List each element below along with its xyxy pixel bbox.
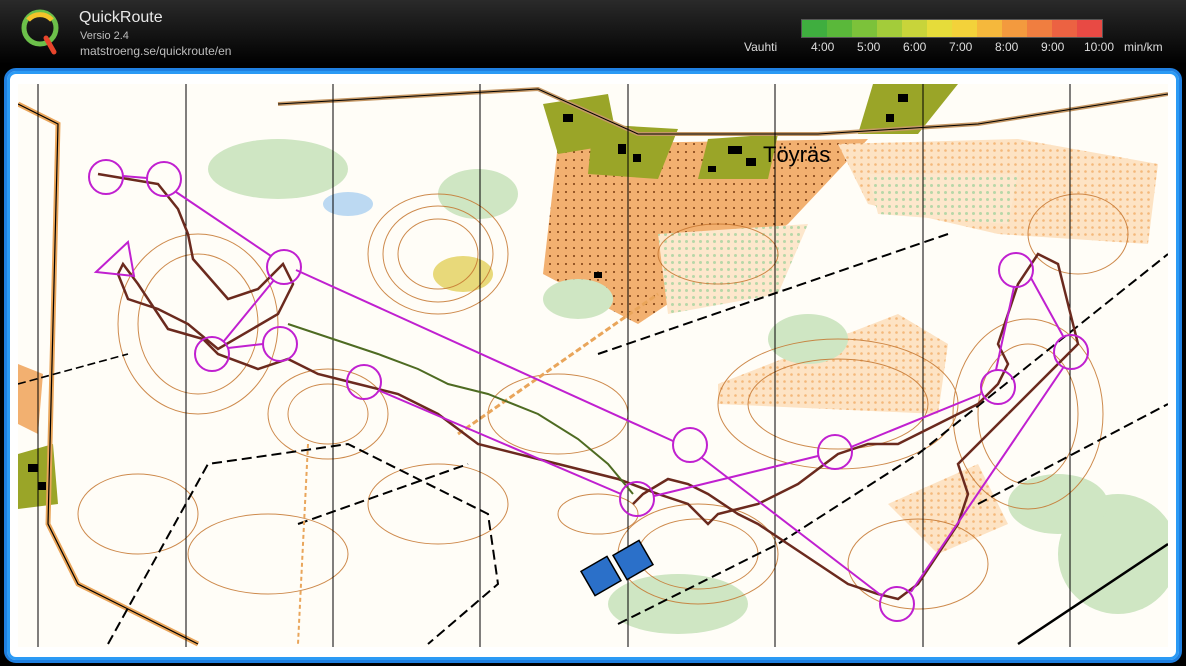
- pace-color-swatch: [1052, 20, 1077, 37]
- vegetation-areas: [18, 84, 1168, 634]
- map-canvas: [18, 84, 1168, 647]
- pace-color-swatch: [827, 20, 852, 37]
- pace-label: Vauhti: [744, 40, 778, 54]
- pace-tick: 5:00: [857, 40, 881, 54]
- pace-color-swatch: [902, 20, 927, 37]
- pace-tick: 9:00: [1041, 40, 1065, 54]
- app-title: QuickRoute: [79, 9, 163, 26]
- orienteering-map[interactable]: Töyräs: [18, 84, 1168, 647]
- app-header: QuickRoute Versio 2.4 matstroeng.se/quic…: [0, 0, 1186, 64]
- pace-unit: min/km: [1124, 40, 1163, 54]
- pace-color-swatch: [977, 20, 1002, 37]
- quickroute-logo-icon: [21, 9, 59, 55]
- place-name-label: Töyräs: [763, 142, 831, 167]
- app-url[interactable]: matstroeng.se/quickroute/en: [80, 44, 231, 58]
- pace-color-scale: [801, 19, 1103, 38]
- pace-color-swatch: [1077, 20, 1102, 37]
- app-version: Versio 2.4: [80, 30, 129, 42]
- pace-color-swatch: [852, 20, 877, 37]
- pace-color-swatch: [1027, 20, 1052, 37]
- pace-color-swatch: [927, 20, 952, 37]
- pace-tick: 10:00: [1084, 40, 1115, 54]
- control-circle: [980, 369, 1016, 405]
- pace-tick: 8:00: [995, 40, 1019, 54]
- pace-color-swatch: [877, 20, 902, 37]
- pace-color-swatch: [1002, 20, 1027, 37]
- pace-tick: 7:00: [949, 40, 973, 54]
- control-circle: [262, 326, 298, 362]
- pace-color-swatch: [802, 20, 827, 37]
- control-circle: [672, 427, 708, 463]
- pace-tick: 6:00: [903, 40, 927, 54]
- pace-color-swatch: [952, 20, 977, 37]
- pace-tick: 4:00: [811, 40, 835, 54]
- control-circle: [194, 336, 230, 372]
